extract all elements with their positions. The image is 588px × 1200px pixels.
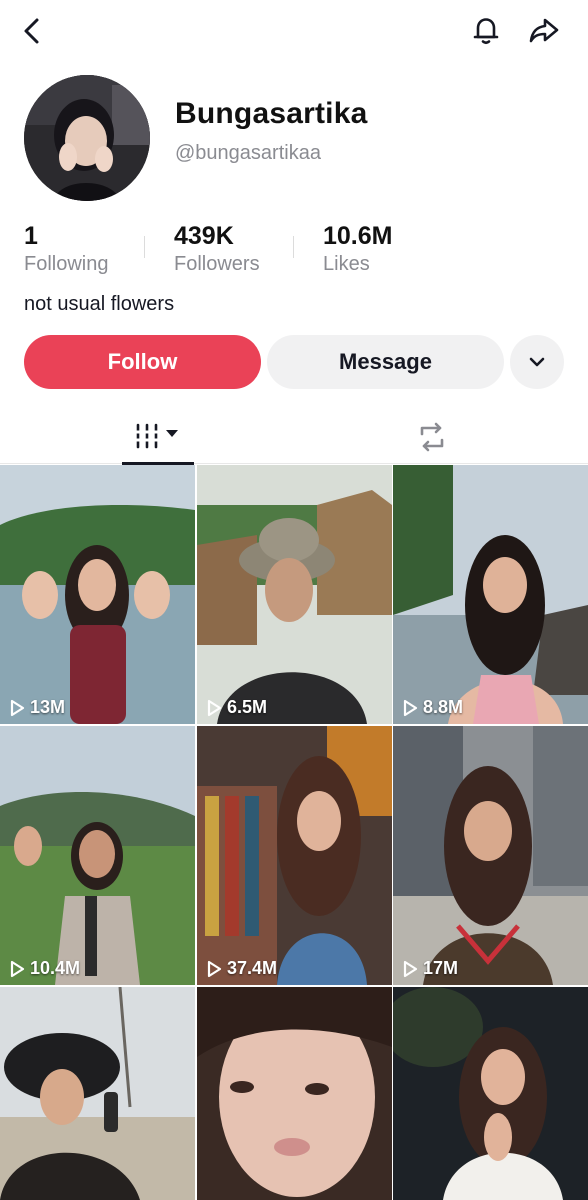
likes-count: 10.6M	[323, 222, 393, 250]
view-count-text: 13M	[30, 697, 66, 717]
view-count: 13M	[8, 697, 65, 718]
username-handle: @bungasartikaa	[175, 142, 321, 164]
followers-label: Followers	[174, 253, 260, 275]
view-count-text: 17M	[423, 958, 459, 978]
repost-icon	[420, 422, 444, 452]
following-label: Following	[24, 253, 109, 275]
tab-videos[interactable]	[122, 410, 194, 465]
view-count: 6.5M	[205, 697, 267, 718]
view-count: 10.4M	[8, 958, 80, 979]
video-thumbnail-image	[197, 465, 392, 724]
view-count: 17M	[401, 958, 458, 979]
video-thumbnail[interactable]: 8.8M	[393, 465, 588, 724]
video-thumbnail[interactable]: 13M	[0, 465, 195, 724]
video-thumbnail-image	[0, 726, 195, 985]
bio-text: not usual flowers	[24, 293, 175, 315]
likes-label: Likes	[323, 253, 370, 275]
video-thumbnail[interactable]: 10.4M	[0, 726, 195, 985]
play-icon	[10, 960, 25, 977]
avatar[interactable]	[24, 75, 150, 201]
video-thumbnail-image	[0, 465, 195, 724]
notifications-button[interactable]	[466, 10, 506, 50]
video-thumbnail[interactable]	[393, 987, 588, 1200]
chevron-down-icon	[529, 357, 545, 367]
play-icon	[10, 699, 25, 716]
play-icon	[207, 960, 222, 977]
video-grid: 13M 6.5M 8.8M 10.4M 37.4M 17M	[0, 465, 588, 1200]
play-icon	[207, 699, 222, 716]
video-thumbnail[interactable]	[197, 987, 392, 1200]
back-arrow-icon	[24, 18, 39, 44]
display-name: Bungasartika	[175, 97, 368, 130]
following-count: 1	[24, 222, 38, 250]
more-options-button[interactable]	[510, 335, 564, 389]
avatar-image	[24, 75, 150, 201]
stat-divider	[293, 236, 294, 258]
video-thumbnail[interactable]	[0, 987, 195, 1200]
view-count-text: 37.4M	[227, 958, 278, 978]
top-bar	[0, 0, 588, 62]
message-button[interactable]: Message	[267, 335, 504, 389]
view-count: 8.8M	[401, 697, 463, 718]
followers-stat[interactable]: 439K Followers	[174, 222, 260, 276]
play-icon	[403, 960, 418, 977]
video-thumbnail[interactable]: 17M	[393, 726, 588, 985]
view-count: 37.4M	[205, 958, 277, 979]
grid-icon	[134, 423, 178, 449]
bell-icon	[473, 18, 499, 45]
following-stat[interactable]: 1 Following	[24, 222, 108, 276]
video-thumbnail[interactable]: 37.4M	[197, 726, 392, 985]
tab-reposts[interactable]	[396, 410, 468, 464]
video-thumbnail[interactable]: 6.5M	[197, 465, 392, 724]
view-count-text: 10.4M	[30, 958, 81, 978]
view-count-text: 6.5M	[227, 697, 268, 717]
followers-count: 439K	[174, 222, 234, 250]
stat-divider	[144, 236, 145, 258]
video-thumbnail-image	[393, 465, 588, 724]
video-thumbnail-image	[393, 987, 588, 1200]
likes-stat[interactable]: 10.6M Likes	[323, 222, 392, 276]
play-icon	[403, 699, 418, 716]
share-button[interactable]	[524, 10, 564, 50]
back-button[interactable]	[14, 12, 52, 50]
view-count-text: 8.8M	[423, 697, 464, 717]
video-thumbnail-image	[393, 726, 588, 985]
video-thumbnail-image	[197, 987, 392, 1200]
content-tabs	[0, 410, 588, 465]
video-thumbnail-image	[0, 987, 195, 1200]
share-icon	[529, 18, 559, 43]
follow-button[interactable]: Follow	[24, 335, 261, 389]
video-thumbnail-image	[197, 726, 392, 985]
